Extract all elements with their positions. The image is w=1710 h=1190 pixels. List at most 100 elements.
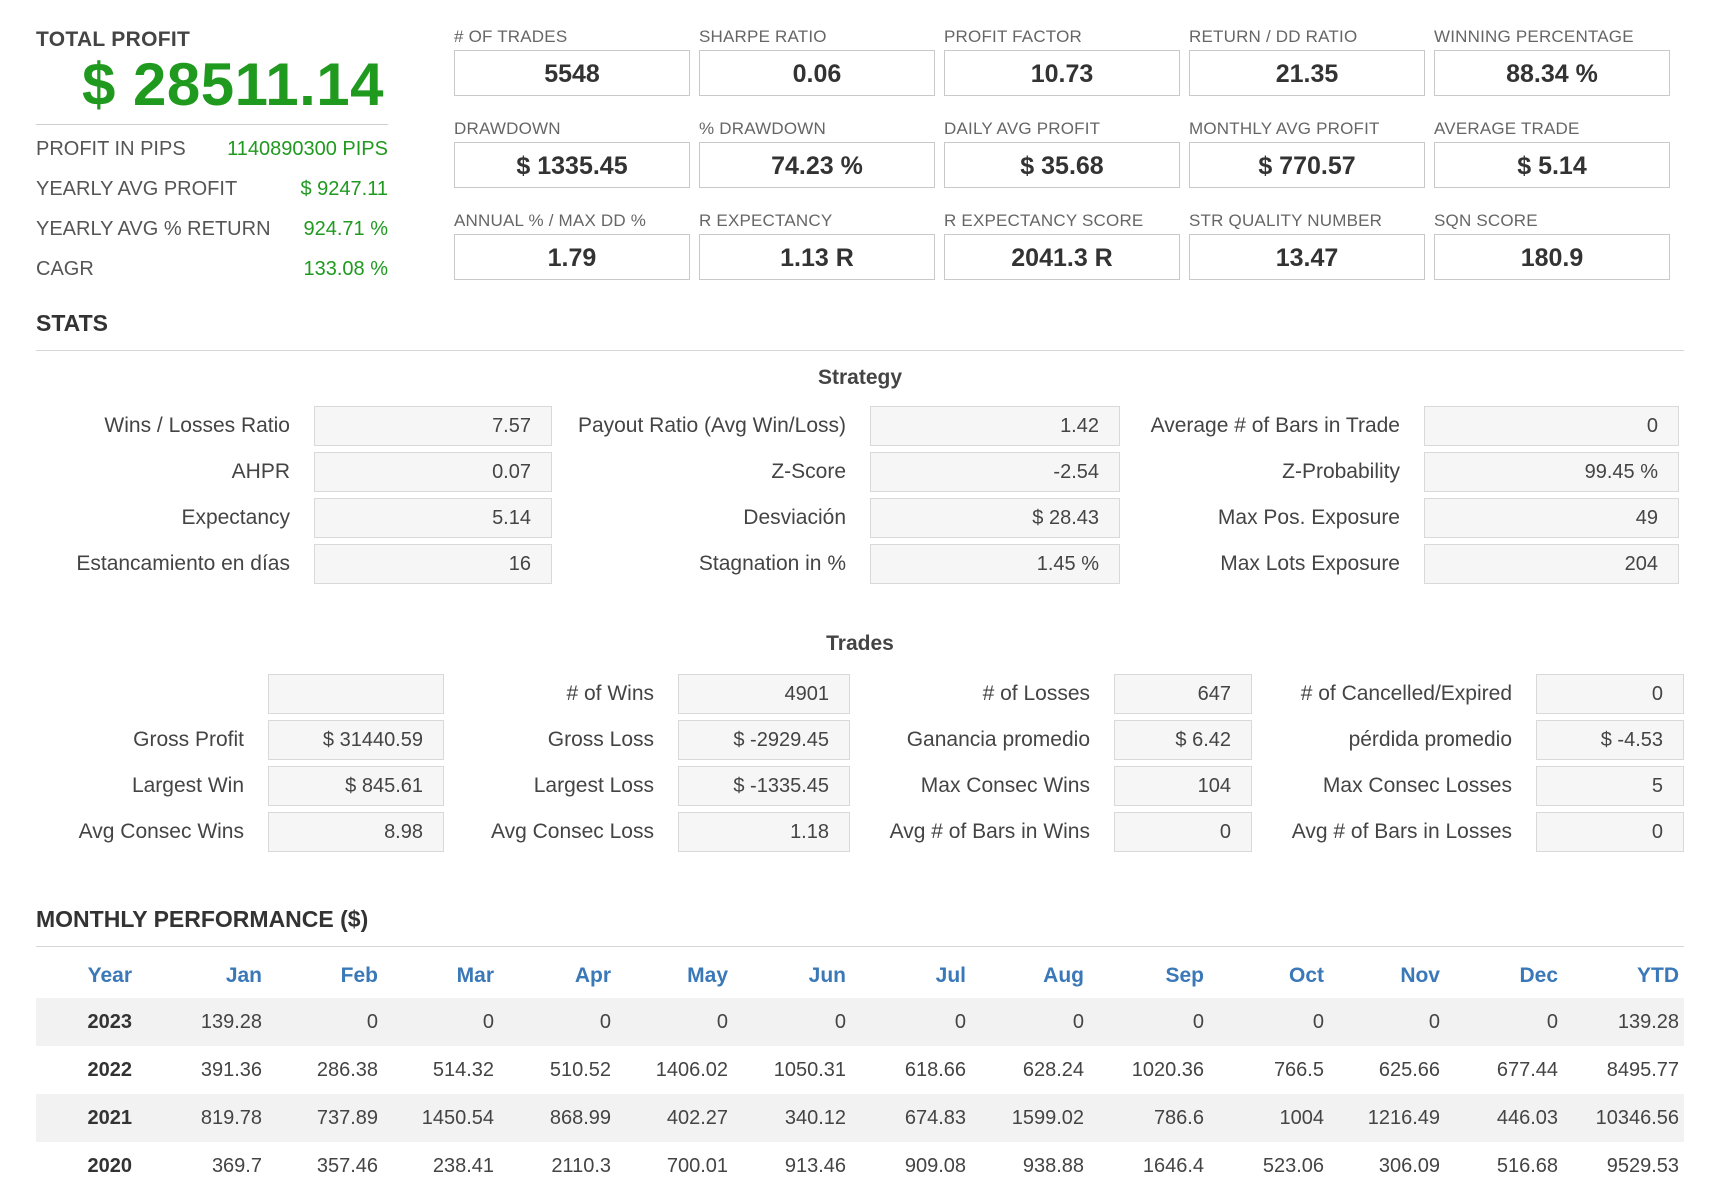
metric-label: MONTHLY AVG PROFIT (1189, 119, 1380, 138)
strategy-stat-value: 0.07 (314, 452, 552, 492)
month-value-cell: 618.66 (904, 1059, 966, 1081)
metric-value: 74.23 % (699, 142, 935, 188)
metric-value: 180.9 (1434, 234, 1670, 280)
strategy-stat-label: Z-Score (771, 460, 846, 483)
month-value-cell: 786.6 (1153, 1107, 1204, 1129)
metric-value: $ 1335.45 (454, 142, 690, 188)
month-value-cell: 625.66 (1378, 1059, 1440, 1081)
stats-divider (36, 350, 1684, 351)
metric-value: $ 5.14 (1434, 142, 1670, 188)
metric-card: AVERAGE TRADE $ 5.14 (1434, 118, 1670, 188)
total-profit-value: $ 28511.14 (82, 51, 384, 118)
trades-stat-value: 4901 (678, 674, 850, 714)
strategy-stat-label: Expectancy (181, 506, 290, 529)
year-cell: 2023 (87, 1011, 133, 1033)
month-value-cell: 238.41 (432, 1155, 494, 1177)
trades-stat-label: Gross Loss (547, 728, 654, 751)
trades-stat-label: pérdida promedio (1348, 728, 1512, 751)
month-value-cell: 510.52 (549, 1059, 611, 1081)
metric-card: R EXPECTANCY SCORE 2041.3 R (944, 210, 1180, 280)
table-row: 2020 369.7 357.46 238.41 2110.3 700.01 913.46 9… (36, 1142, 1684, 1190)
month-value-cell: 139.28 (1617, 1011, 1679, 1033)
metric-value: 21.35 (1189, 50, 1425, 96)
trades-stat-value: 0 (1536, 812, 1684, 852)
month-value-cell: 628.24 (1022, 1059, 1084, 1081)
metric-label: RETURN / DD RATIO (1189, 27, 1358, 46)
metric-value: 2041.3 R (944, 234, 1180, 280)
month-column-header: Sep (1165, 964, 1204, 987)
trades-stat-label: Avg Consec Loss (490, 820, 654, 843)
strategy-stat-value: 99.45 % (1424, 452, 1679, 492)
metric-label: WINNING PERCENTAGE (1434, 27, 1634, 46)
summary-row-yearly-avg-profit: YEARLY AVG PROFIT $ 9247.11 (36, 178, 388, 214)
metric-value: 13.47 (1189, 234, 1425, 280)
trades-stat-label (0, 674, 244, 714)
metric-label: R EXPECTANCY SCORE (944, 211, 1144, 230)
summary-value: $ 9247.11 (300, 178, 389, 200)
metric-label: % DRAWDOWN (699, 119, 826, 138)
month-value-cell: 514.32 (432, 1059, 494, 1081)
strategy-stat-value: 5.14 (314, 498, 552, 538)
month-value-cell: 0 (599, 1011, 611, 1033)
month-value-cell: 913.46 (784, 1155, 846, 1177)
month-value-cell: 938.88 (1022, 1155, 1084, 1177)
trades-stat-label: Largest Win (131, 774, 244, 797)
summary-value: 133.08 % (303, 258, 388, 280)
month-value-cell: 909.08 (904, 1155, 966, 1177)
year-cell: 2020 (87, 1155, 133, 1177)
trades-stat-label: Max Consec Wins (920, 774, 1090, 797)
trades-stat-value: 1.18 (678, 812, 850, 852)
strategy-stat-label: Payout Ratio (Avg Win/Loss) (577, 414, 846, 437)
strategy-stat-value: 49 (1424, 498, 1679, 538)
trades-stat-label: # of Cancelled/Expired (1300, 682, 1512, 705)
month-value-cell: 1450.54 (421, 1107, 494, 1129)
metric-label: R EXPECTANCY (699, 211, 833, 230)
metric-card: % DRAWDOWN 74.23 % (699, 118, 935, 188)
month-value-cell: 819.78 (200, 1107, 262, 1129)
metric-value: 5548 (454, 50, 690, 96)
trades-stat-value: $ -4.53 (1536, 720, 1684, 760)
summary-value: 1140890300 PIPS (227, 138, 388, 160)
summary-label: YEARLY AVG % RETURN (36, 218, 271, 240)
metric-label: ANNUAL % / MAX DD % (454, 211, 647, 230)
month-value-cell: 0 (1072, 1011, 1084, 1033)
metric-card: STR QUALITY NUMBER 13.47 (1189, 210, 1425, 280)
metric-value: 1.13 R (699, 234, 935, 280)
summary-label: YEARLY AVG PROFIT (36, 178, 238, 200)
metric-card: WINNING PERCENTAGE 88.34 % (1434, 26, 1670, 96)
month-value-cell: 1646.4 (1142, 1155, 1204, 1177)
strategy-stat-label: Desviación (743, 506, 846, 529)
summary-row-profit-pips: PROFIT IN PIPS 1140890300 PIPS (36, 138, 388, 174)
month-value-cell: 2110.3 (551, 1155, 611, 1177)
trades-stat-value: 104 (1114, 766, 1252, 806)
month-value-cell: 306.09 (1378, 1155, 1440, 1177)
month-value-cell: 737.89 (316, 1107, 378, 1129)
strategy-stat-label: Max Pos. Exposure (1217, 506, 1400, 529)
month-value-cell: 1216.49 (1367, 1107, 1440, 1129)
month-value-cell: 523.06 (1262, 1155, 1324, 1177)
metric-card: DAILY AVG PROFIT $ 35.68 (944, 118, 1180, 188)
month-value-cell: 1406.02 (655, 1059, 728, 1081)
summary-label: PROFIT IN PIPS (36, 138, 186, 160)
month-value-cell: 0 (482, 1011, 494, 1033)
table-row: 2023 139.28 0 0 0 0 0 0 0 0 0 0 0 139.28 (36, 998, 1684, 1046)
month-column-header: Dec (1519, 964, 1558, 987)
month-value-cell: 0 (716, 1011, 728, 1033)
strategy-stat-label: AHPR (231, 460, 290, 483)
trades-stat-label: Avg # of Bars in Wins (889, 820, 1090, 843)
month-value-cell: 8495.77 (1606, 1059, 1679, 1081)
trades-stat-value: 0 (1536, 674, 1684, 714)
trades-stat-value: 0 (1114, 812, 1252, 852)
table-row: 2021 819.78 737.89 1450.54 868.99 402.27 340.1… (36, 1094, 1684, 1142)
month-column-header: Jun (808, 964, 846, 987)
month-column-header: Jan (225, 964, 262, 987)
metric-label: STR QUALITY NUMBER (1189, 211, 1383, 230)
month-value-cell: 700.01 (666, 1155, 728, 1177)
month-column-header: Oct (1288, 964, 1324, 987)
month-column-header: Aug (1043, 964, 1084, 987)
strategy-stat-value: 1.45 % (870, 544, 1120, 584)
month-value-cell: 0 (1428, 1011, 1440, 1033)
strategy-stat-label: Estancamiento en días (76, 552, 290, 575)
trades-stat-value: 5 (1536, 766, 1684, 806)
metric-card: DRAWDOWN $ 1335.45 (454, 118, 690, 188)
